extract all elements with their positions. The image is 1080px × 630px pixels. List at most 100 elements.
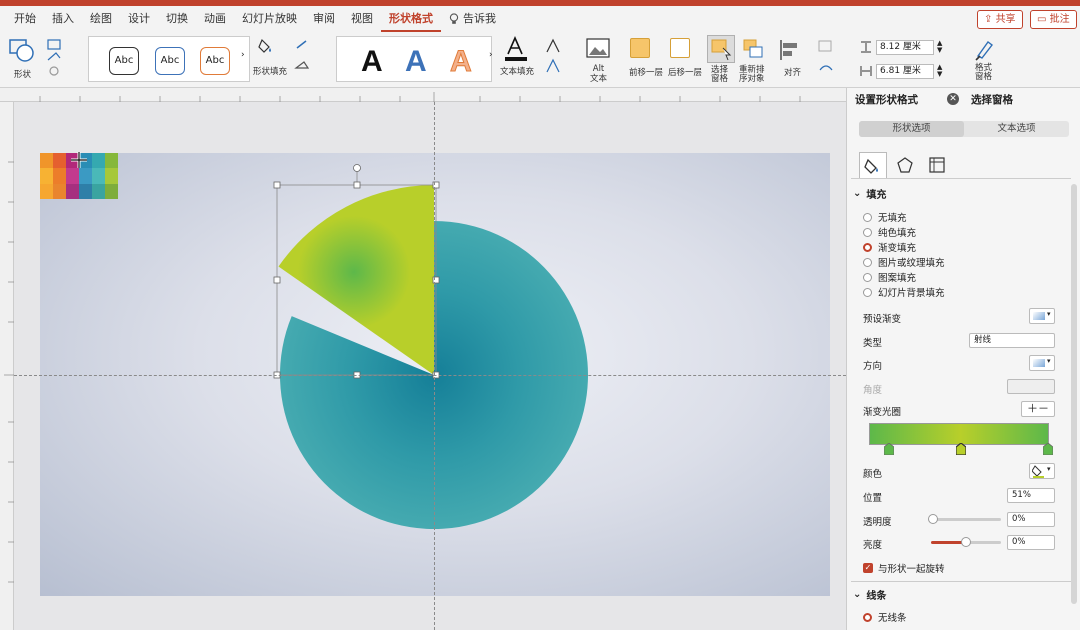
text-options-tab[interactable]: 文本选项	[964, 121, 1069, 137]
height-stepper[interactable]: ▲ ▼	[937, 40, 942, 54]
transparency-slider-knob[interactable]	[928, 514, 938, 524]
resize-handle-t[interactable]	[353, 181, 361, 189]
radio-button-selected[interactable]	[863, 242, 872, 252]
fill-option-picture[interactable]: 图片或纹理填充	[863, 255, 945, 269]
tab-draw[interactable]: 绘图	[82, 6, 120, 32]
format-pane-button[interactable]	[972, 36, 998, 62]
resize-handle-l[interactable]	[273, 276, 281, 284]
bring-forward-icon[interactable]	[630, 38, 650, 58]
selection-pane-tab[interactable]: 选择窗格	[971, 92, 1013, 107]
paint-bucket-icon	[258, 38, 271, 53]
fill-option-solid[interactable]: 纯色填充	[863, 225, 916, 239]
width-stepper[interactable]: ▲ ▼	[937, 64, 942, 78]
tab-slideshow[interactable]: 幻灯片放映	[234, 6, 305, 32]
format-pane-label: 格式 窗格	[975, 63, 993, 82]
reorder-objects-button[interactable]	[742, 38, 764, 60]
radio-button-selected[interactable]	[863, 612, 872, 622]
preset-gradient-picker[interactable]: ▾	[1029, 308, 1055, 324]
tab-view[interactable]: 视图	[343, 6, 381, 32]
fill-line-tab[interactable]	[859, 152, 887, 178]
ribbon: 形状 Abc Abc Abc › 形状填充 A A A › 文本填充 Alt 文…	[0, 32, 1080, 88]
tab-shape-format[interactable]: 形状格式	[381, 6, 441, 32]
fill-option-none[interactable]: 无填充	[863, 210, 907, 224]
alt-text-button[interactable]	[586, 38, 610, 62]
slide-canvas-area[interactable]	[14, 102, 846, 630]
share-button[interactable]: ⇪ 共享	[977, 10, 1023, 29]
effects-tab[interactable]	[891, 152, 919, 178]
wordart-style-3[interactable]: A	[450, 45, 473, 79]
rotate-with-shape-row[interactable]: ✓ 与形状一起旋转	[863, 561, 945, 575]
minus-icon[interactable]: －	[1038, 402, 1049, 415]
text-outline-effects[interactable]	[544, 38, 566, 78]
comment-button[interactable]: ▭ 批注	[1030, 10, 1077, 29]
line-option-label: 无线条	[878, 613, 907, 624]
align-button[interactable]	[778, 38, 802, 62]
fill-option-label: 无填充	[878, 213, 907, 224]
fill-option-pattern[interactable]: 图案填充	[863, 270, 916, 284]
edit-shape-tools[interactable]	[46, 38, 70, 78]
shape-width-field[interactable]: 6.81 厘米	[876, 64, 934, 79]
shape-style-2[interactable]: Abc	[155, 47, 185, 75]
shapes-layer	[71, 152, 588, 529]
gradient-stop-3[interactable]	[1043, 443, 1053, 455]
horizontal-ruler	[0, 88, 846, 102]
insert-shape-button[interactable]	[8, 38, 40, 66]
wordart-style-gallery[interactable]: A A A	[336, 36, 492, 82]
shape-options-tab[interactable]: 形状选项	[859, 121, 964, 137]
wordart-style-2[interactable]: A	[405, 45, 427, 79]
fill-section-header[interactable]: ⌄ 填充	[853, 186, 886, 201]
resize-handle-tl[interactable]	[273, 181, 281, 189]
gradient-direction-picker[interactable]: ▾	[1029, 355, 1055, 371]
tab-design[interactable]: 设计	[120, 6, 158, 32]
shape-style-gallery[interactable]: Abc Abc Abc	[88, 36, 250, 82]
size-properties-tab[interactable]	[923, 152, 951, 178]
line-section-header[interactable]: ⌄ 线条	[853, 587, 886, 602]
selection-pane-button[interactable]	[707, 35, 735, 63]
radio-button[interactable]	[863, 272, 872, 282]
gradient-stops-bar[interactable]	[869, 423, 1049, 445]
transparency-field[interactable]: 0%	[1007, 512, 1055, 527]
gradient-type-select[interactable]: 射线	[969, 333, 1055, 348]
comment-icon: ▭	[1037, 14, 1050, 25]
tab-insert[interactable]: 插入	[44, 6, 82, 32]
gallery-more-arrow[interactable]: ›	[241, 50, 245, 60]
position-field[interactable]: 51%	[1007, 488, 1055, 503]
plus-icon[interactable]: ＋	[1027, 402, 1038, 415]
tab-transitions[interactable]: 切换	[158, 6, 196, 32]
radio-button[interactable]	[863, 227, 872, 237]
text-fill-button[interactable]	[503, 36, 529, 62]
radio-button[interactable]	[863, 287, 872, 297]
fill-option-slide-bg[interactable]: 幻灯片背景填充	[863, 285, 945, 299]
pane-scrollbar[interactable]	[1071, 184, 1077, 604]
gradient-stop-1[interactable]	[884, 443, 894, 455]
rotate-with-shape-checkbox[interactable]: ✓	[863, 563, 873, 573]
tab-animations[interactable]: 动画	[196, 6, 234, 32]
radio-button[interactable]	[863, 212, 872, 222]
send-backward-icon[interactable]	[670, 38, 690, 58]
shape-fill-button[interactable]	[257, 36, 287, 56]
tab-tell-me[interactable]: 告诉我	[441, 6, 504, 32]
shape-height-field[interactable]: 8.12 厘米	[876, 40, 934, 55]
wordart-more-arrow[interactable]: ›	[489, 50, 493, 60]
stop-color-picker[interactable]: ▾	[1029, 463, 1055, 479]
wordart-style-1[interactable]: A	[361, 45, 383, 79]
line-option-none[interactable]: 无线条	[863, 610, 907, 624]
rotation-handle[interactable]	[353, 164, 361, 172]
brightness-label: 亮度	[863, 540, 883, 551]
brightness-slider-knob[interactable]	[961, 537, 971, 547]
brightness-field[interactable]: 0%	[1007, 535, 1055, 550]
fill-option-gradient[interactable]: 渐变填充	[863, 240, 916, 254]
transparency-slider-track[interactable]	[931, 518, 1001, 521]
tab-home[interactable]: 开始	[6, 6, 44, 32]
gradient-stop-2[interactable]	[956, 443, 966, 455]
shape-style-3[interactable]: Abc	[200, 47, 230, 75]
line-section-title: 线条	[866, 591, 887, 602]
shape-style-1[interactable]: Abc	[109, 47, 139, 75]
reorder-icon	[743, 39, 763, 58]
radio-button[interactable]	[863, 257, 872, 267]
close-icon[interactable]: ✕	[947, 93, 959, 105]
add-remove-stop-buttons[interactable]: ＋－	[1021, 401, 1055, 417]
shape-outline-effects[interactable]	[294, 38, 320, 78]
group-rotate-buttons[interactable]	[816, 38, 838, 78]
tab-review[interactable]: 审阅	[305, 6, 343, 32]
